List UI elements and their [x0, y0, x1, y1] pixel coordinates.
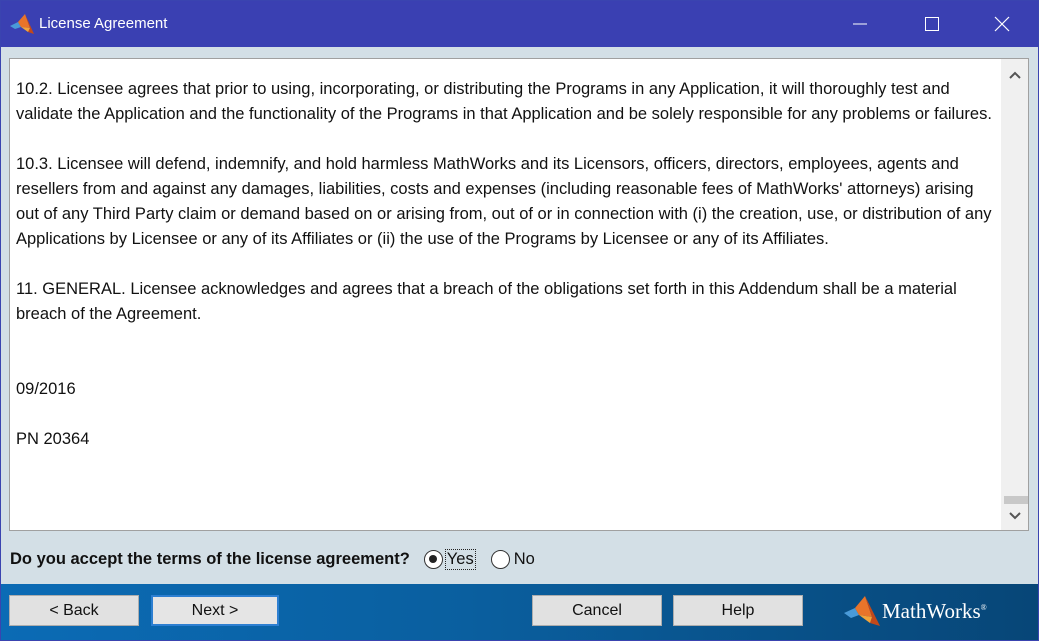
scroll-up-button[interactable] — [1001, 61, 1028, 89]
license-date: 09/2016 — [16, 380, 76, 398]
mathworks-logo-icon — [844, 596, 880, 626]
radio-checked-icon — [423, 549, 443, 569]
scroll-down-button[interactable] — [1001, 502, 1028, 530]
title-bar[interactable]: License Agreement — [1, 1, 1038, 47]
mathworks-wordmark: MathWorks® — [882, 599, 987, 624]
next-button[interactable]: Next > — [151, 595, 279, 626]
license-paragraph-10-2: 10.2. Licensee agrees that prior to usin… — [16, 80, 992, 123]
acceptance-question: Do you accept the terms of the license a… — [10, 549, 410, 568]
accept-yes-label[interactable]: Yes — [444, 548, 476, 570]
chevron-down-icon — [1008, 512, 1021, 520]
window-title: License Agreement — [39, 15, 168, 32]
license-paragraph-11: 11. GENERAL. Licensee acknowledges and a… — [16, 280, 957, 323]
close-button[interactable] — [979, 1, 1025, 47]
minimize-button[interactable] — [837, 1, 883, 47]
chevron-up-icon — [1008, 71, 1021, 79]
registered-mark: ® — [980, 602, 987, 612]
license-text: 10.2. Licensee agrees that prior to usin… — [16, 77, 1000, 477]
matlab-logo-icon — [10, 14, 34, 34]
vertical-scrollbar[interactable] — [1001, 59, 1028, 530]
mathworks-brand: MathWorks® — [844, 594, 987, 628]
back-button[interactable]: < Back — [9, 595, 139, 626]
license-agreement-window: License Agreement 10.2. Licensee agrees … — [0, 0, 1039, 641]
license-paragraph-10-3: 10.3. Licensee will defend, indemnify, a… — [16, 155, 992, 248]
accept-yes-radio[interactable]: Yes — [423, 548, 476, 570]
footer-bar: < Back Next > Cancel Help MathWorks® — [1, 584, 1038, 640]
accept-no-label[interactable]: No — [513, 550, 536, 569]
maximize-icon — [925, 17, 939, 31]
accept-no-radio[interactable]: No — [490, 549, 536, 569]
acceptance-row: Do you accept the terms of the license a… — [10, 547, 536, 571]
license-text-area[interactable]: 10.2. Licensee agrees that prior to usin… — [9, 58, 1029, 531]
close-icon — [994, 16, 1010, 32]
minimize-icon — [853, 23, 867, 25]
help-button[interactable]: Help — [673, 595, 803, 626]
brand-name: MathWorks — [882, 598, 981, 623]
cancel-button[interactable]: Cancel — [532, 595, 662, 626]
maximize-button[interactable] — [909, 1, 955, 47]
radio-unchecked-icon — [490, 549, 510, 569]
license-part-number: PN 20364 — [16, 430, 90, 448]
